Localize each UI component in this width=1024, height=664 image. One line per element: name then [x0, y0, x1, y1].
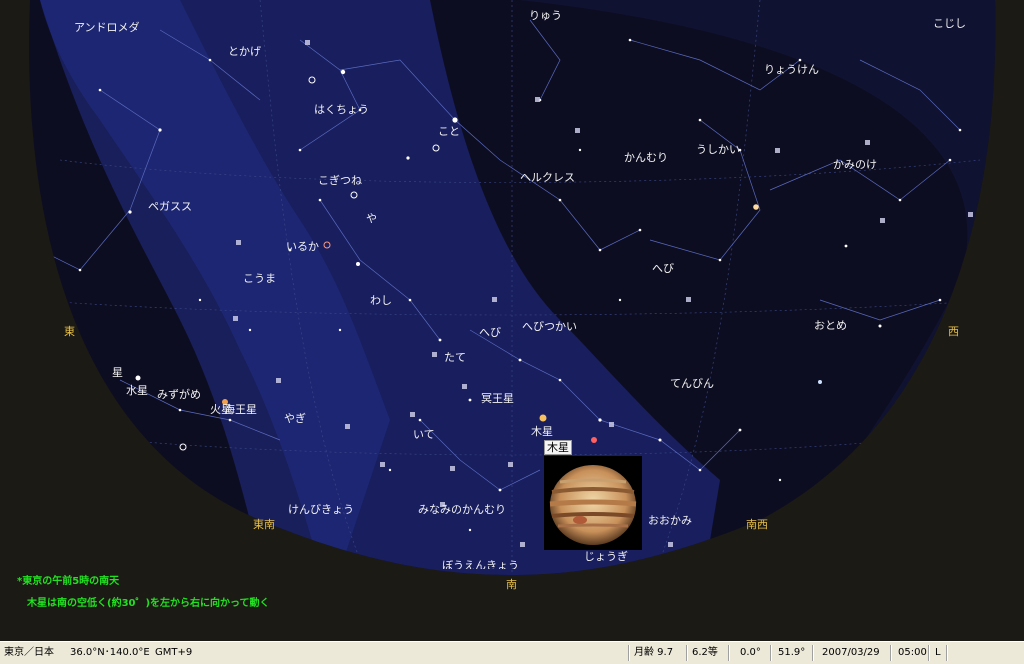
jupiter-image: [544, 456, 642, 550]
constellation-label-ya: や: [366, 212, 377, 225]
status-moon-age: 月齢 9.7: [634, 647, 674, 658]
constellation-label-ookami: おおかみ: [648, 514, 692, 527]
constellation-label-hebitsukai: へびつかい: [522, 320, 577, 333]
star-map[interactable]: [0, 0, 1024, 641]
constellation-label-tate: たて: [444, 351, 466, 364]
constellation-label-kojishi: こじし: [933, 17, 966, 30]
constellation-label-ushikai: うしかい: [696, 143, 740, 156]
constellation-label-tokage: とかげ: [228, 45, 261, 58]
planet-label-sei: 星: [112, 366, 123, 379]
status-coords: 36.0°N･140.0°E: [70, 647, 150, 658]
status-magnitude: 6.2等: [692, 647, 718, 658]
selected-planet-tag[interactable]: 木星: [544, 440, 572, 455]
constellation-label-kaminoke: かみのけ: [833, 158, 877, 171]
constellation-label-bokyo: ぼうえんきょう: [442, 559, 519, 569]
direction-southwest: 南西: [746, 518, 768, 531]
constellation-label-herakuresu: ヘルクレス: [520, 171, 575, 184]
constellation-label-otome: おとめ: [814, 319, 847, 332]
planet-label-suisei: 水星: [126, 384, 148, 397]
status-location: 東京／日本: [4, 647, 54, 658]
status-timezone: GMT+9: [155, 647, 193, 658]
direction-west: 西: [948, 325, 959, 338]
constellation-label-andromeda: アンドロメダ: [74, 21, 140, 34]
constellation-label-pegasusu: ペガスス: [148, 200, 192, 213]
constellation-label-koto: こと: [438, 125, 460, 138]
note-title: *東京の午前5時の南天: [17, 576, 120, 587]
status-date: 2007/03/29: [822, 647, 880, 658]
constellation-label-tenbin: てんびん: [670, 377, 714, 390]
constellation-label-ryoken: りょうけん: [764, 63, 819, 76]
planet-label-kaiousei: 海王星: [224, 403, 257, 416]
constellation-label-kouma: こうま: [243, 272, 276, 285]
note-description: 木星は南の空低く(約30゜)を左から右に向かって動く: [27, 598, 270, 609]
constellation-label-kanmuri: かんむり: [624, 151, 668, 164]
constellation-label-hebi-lower: へび: [479, 326, 501, 339]
constellation-label-washi: わし: [370, 294, 392, 307]
constellation-label-iruka: いるか: [286, 240, 319, 253]
planet-label-mokusei: 木星: [531, 425, 553, 438]
constellation-label-ryu: りゅう: [529, 9, 562, 22]
direction-east: 東: [64, 325, 75, 338]
status-mode: L: [935, 647, 941, 658]
sky-view[interactable]: アンドロメダ りゅう こじし とかげ りょうけん はくちょう こと かんむり う…: [0, 0, 1024, 641]
constellation-label-hakucho: はくちょう: [314, 103, 369, 116]
status-value-b: 51.9°: [778, 647, 806, 658]
constellation-label-minaminokanmuri: みなみのかんむり: [418, 503, 506, 516]
constellation-label-kogitsune: こぎつね: [318, 174, 362, 187]
status-time: 05:00: [898, 647, 927, 658]
constellation-label-yagi: やぎ: [284, 412, 306, 425]
status-bar: 東京／日本 36.0°N･140.0°E GMT+9 月齢 9.7 6.2等 0…: [0, 641, 1024, 664]
constellation-label-ite: いて: [413, 428, 435, 441]
status-value-a: 0.0°: [740, 647, 761, 658]
direction-southeast: 東南: [253, 518, 275, 531]
constellation-label-jogi: じょうぎ: [584, 550, 628, 563]
constellation-label-hebi-upper: へび: [652, 262, 674, 275]
direction-south: 南: [506, 578, 517, 591]
constellation-label-mizugame: みずがめ: [157, 388, 201, 401]
constellation-label-kenbikyo: けんびきょう: [288, 503, 354, 516]
planet-label-meiousei: 冥王星: [481, 392, 514, 405]
